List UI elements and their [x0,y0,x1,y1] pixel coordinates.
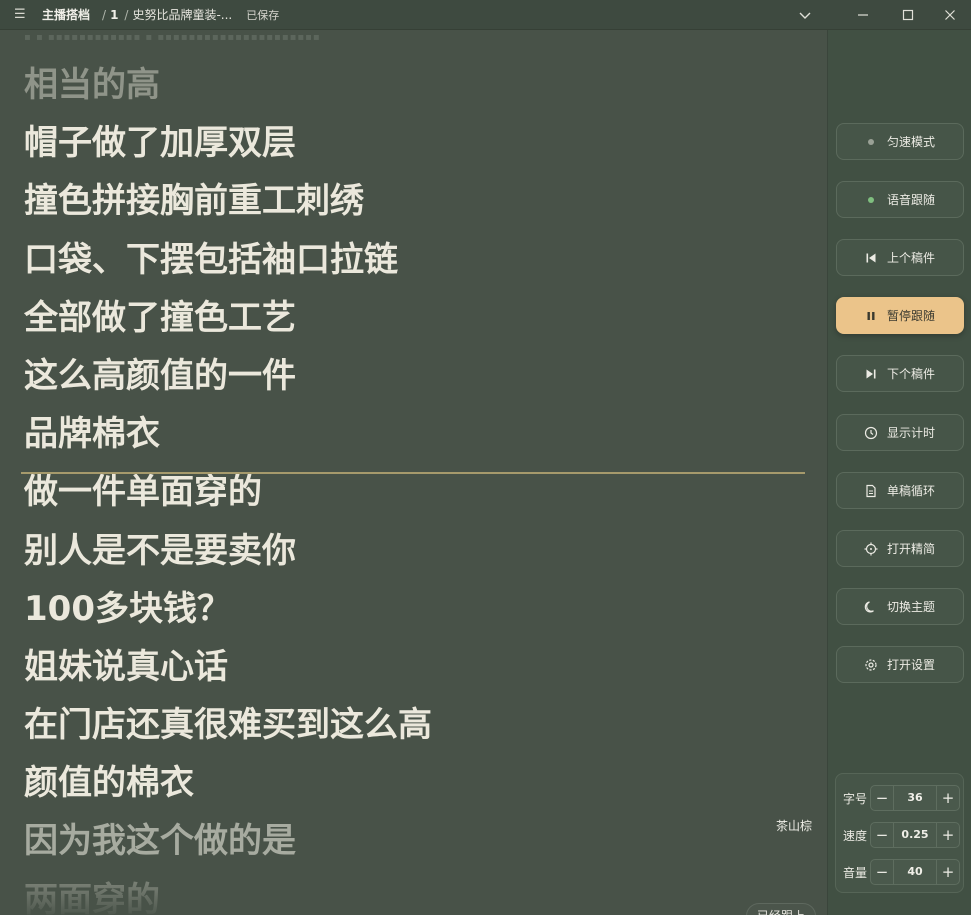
font-size-stepper[interactable]: − 36 + [870,785,960,811]
speed-control: 速度 − 0.25 + [836,822,965,848]
compact-mode-button[interactable]: 打开精简 [836,530,964,567]
gear-icon [863,657,879,673]
minus-icon[interactable]: − [871,860,893,884]
ghost-header: ▪ ▪ ▪▪▪▪▪▪▪▪▪▪▪▪ ▪ ▪▪▪▪▪▪▪▪▪▪▪▪▪▪▪▪▪▪▪▪▪ [24,32,321,43]
button-label: 下个稿件 [887,367,936,381]
script-line: 品牌棉衣 [24,414,160,455]
font-size-control: 字号 − 36 + [836,785,965,811]
script-line: 全部做了撞色工艺 [24,297,296,338]
close-button[interactable] [928,0,971,30]
show-timer-button[interactable]: 显示计时 [836,414,964,451]
script-line: 在门店还真很难买到这么高 [24,705,432,746]
plus-icon[interactable]: + [937,786,959,810]
script-line: 颜值的棉衣 [24,763,194,804]
script-line: 因为我这个做的是 [24,821,296,862]
minus-icon[interactable]: − [871,823,893,847]
script-line: 别人是不是要卖你 [24,530,296,571]
breadcrumb-script-number[interactable]: 1 [110,8,118,22]
script-line: 姐妹说真心话 [24,646,228,687]
followed-badge[interactable]: 已经跟上 [746,903,817,915]
script-lines: 相当的高 帽子做了加厚双层 撞色拼接胸前重工刺绣 口袋、下摆包括袖口拉链 全部做… [24,62,432,915]
app-title: 主播搭档 [42,8,91,22]
pause-follow-button[interactable]: 暂停跟随 [836,297,964,334]
minimize-button[interactable] [841,0,885,30]
breadcrumb-separator: / [102,7,107,22]
theme-label: 茶山棕 [776,819,813,833]
maximize-icon [902,9,914,21]
switch-theme-button[interactable]: 切换主题 [836,588,964,625]
plus-icon[interactable]: + [937,823,959,847]
dot-icon [863,134,879,150]
breadcrumb-script-title[interactable]: 史努比品牌童装-... [132,6,232,23]
adjustment-panel: 字号 − 36 + 速度 − 0.25 + 音量 − 40 + [835,773,964,893]
document-icon [863,483,879,499]
button-label: 暂停跟随 [887,309,936,323]
button-label: 语音跟随 [887,193,936,207]
button-label: 打开设置 [887,658,936,672]
breadcrumb-separator-2: / [124,7,129,22]
script-area[interactable]: ▪ ▪ ▪▪▪▪▪▪▪▪▪▪▪▪ ▪ ▪▪▪▪▪▪▪▪▪▪▪▪▪▪▪▪▪▪▪▪▪… [0,30,827,915]
speed-label: 速度 [843,828,868,843]
button-label: 匀速模式 [887,135,936,149]
menu-icon[interactable]: ☰ [14,7,32,22]
volume-control: 音量 − 40 + [836,859,965,885]
plus-icon[interactable]: + [937,860,959,884]
voice-follow-button[interactable]: 语音跟随 [836,181,964,218]
maximize-button[interactable] [886,0,930,30]
title-bar: ☰ 主播搭档 / 1 / 史努比品牌童装-... 已保存 [0,0,971,30]
script-line: 口袋、下摆包括袖口拉链 [24,239,398,280]
script-line: 撞色拼接胸前重工刺绣 [24,181,364,222]
script-line: 这么高颜值的一件 [24,355,296,396]
minus-icon[interactable]: − [871,786,893,810]
skip-previous-icon [863,250,879,266]
script-line: 相当的高 [24,65,160,105]
volume-value[interactable]: 40 [893,860,937,884]
speed-stepper[interactable]: − 0.25 + [870,822,960,848]
next-script-button[interactable]: 下个稿件 [836,355,964,392]
open-settings-button[interactable]: 打开设置 [836,646,964,683]
script-line: 做一件单面穿的 [24,472,262,513]
clock-icon [863,425,879,441]
minimize-icon [858,14,868,16]
saved-status: 已保存 [246,8,280,22]
chevron-down-icon[interactable] [797,7,813,23]
button-label: 上个稿件 [887,251,936,265]
script-line: 两面穿的 [24,879,160,915]
moon-icon [863,599,879,615]
single-loop-button[interactable]: 单稿循环 [836,472,964,509]
uniform-mode-button[interactable]: 匀速模式 [836,123,964,160]
speed-value[interactable]: 0.25 [893,823,937,847]
previous-script-button[interactable]: 上个稿件 [836,239,964,276]
font-size-value[interactable]: 36 [893,786,937,810]
script-line: 100多块钱？ [24,588,231,629]
skip-next-icon [863,366,879,382]
button-label: 打开精简 [887,542,936,556]
volume-label: 音量 [843,865,868,880]
button-label: 切换主题 [887,600,936,614]
control-panel: 匀速模式 语音跟随 上个稿件 暂停跟随 下个稿件 显示计时 单稿循环 打开精简 … [827,30,971,915]
crosshair-icon [863,541,879,557]
green-dot-icon [863,192,879,208]
volume-stepper[interactable]: − 40 + [870,859,960,885]
button-label: 单稿循环 [887,484,936,498]
script-line: 帽子做了加厚双层 [24,123,296,164]
reading-guide-line[interactable] [21,472,805,474]
button-label: 显示计时 [887,426,936,440]
pause-icon [863,308,879,324]
font-size-label: 字号 [843,791,868,806]
close-icon [945,10,955,20]
